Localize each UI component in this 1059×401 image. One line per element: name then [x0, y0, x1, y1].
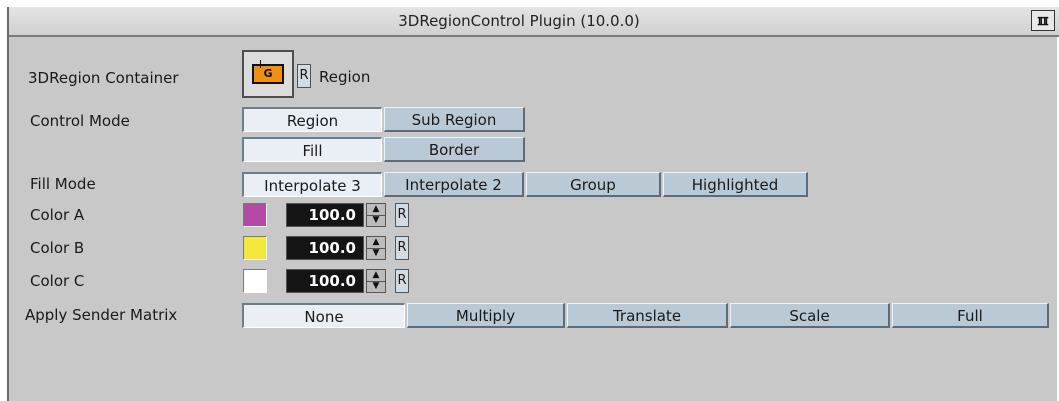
control-mode-sub-region-button[interactable]: Sub Region: [384, 107, 525, 132]
spin-down-icon[interactable]: ▼: [367, 215, 385, 226]
plugin-panel: 3DRegionControl Plugin (10.0.0) ℼ 3DRegi…: [7, 7, 1059, 401]
spin-down-icon[interactable]: ▼: [367, 248, 385, 259]
color-b-spinner[interactable]: ▲ ▼: [366, 236, 386, 260]
fill-mode-label: Fill Mode: [30, 175, 96, 193]
sender-matrix-label: Apply Sender Matrix: [25, 306, 178, 324]
color-c-label: Color C: [30, 272, 85, 290]
container-drop-target[interactable]: G: [242, 50, 294, 98]
color-c-alpha-input[interactable]: 100.0: [286, 269, 364, 293]
sender-matrix-scale-button[interactable]: Scale: [730, 303, 890, 328]
container-reset-button[interactable]: R: [297, 64, 311, 88]
sender-matrix-none-button[interactable]: None: [242, 303, 405, 328]
fill-mode-group-button[interactable]: Group: [526, 172, 661, 197]
spin-down-icon[interactable]: ▼: [367, 281, 385, 292]
color-c-spinner[interactable]: ▲ ▼: [366, 269, 386, 293]
window-title: 3DRegionControl Plugin (10.0.0): [398, 12, 640, 30]
color-a-spinner[interactable]: ▲ ▼: [366, 203, 386, 227]
container-label: 3DRegion Container: [28, 69, 179, 87]
title-bar: 3DRegionControl Plugin (10.0.0) ℼ: [9, 7, 1059, 37]
color-a-reset-button[interactable]: R: [395, 203, 409, 227]
container-thumbnail-icon: G: [252, 60, 284, 84]
container-value: Region: [319, 68, 371, 86]
sender-matrix-full-button[interactable]: Full: [892, 303, 1049, 328]
color-b-label: Color B: [30, 239, 85, 257]
control-mode-border-button[interactable]: Border: [384, 137, 525, 162]
color-c-swatch[interactable]: [243, 269, 267, 293]
sender-matrix-multiply-button[interactable]: Multiply: [407, 303, 565, 328]
color-b-swatch[interactable]: [243, 236, 267, 260]
viz-logo-icon[interactable]: ℼ: [1031, 10, 1055, 31]
fill-mode-highlighted-button[interactable]: Highlighted: [663, 172, 808, 197]
color-a-label: Color A: [30, 206, 85, 224]
control-mode-fill-button[interactable]: Fill: [242, 137, 382, 162]
color-b-reset-button[interactable]: R: [395, 236, 409, 260]
color-a-alpha-input[interactable]: 100.0: [286, 203, 364, 227]
color-b-alpha-input[interactable]: 100.0: [286, 236, 364, 260]
control-mode-region-button[interactable]: Region: [242, 107, 382, 132]
color-a-swatch[interactable]: [243, 203, 267, 227]
sender-matrix-translate-button[interactable]: Translate: [567, 303, 728, 328]
fill-mode-interpolate-3-button[interactable]: Interpolate 3: [242, 172, 382, 197]
color-c-reset-button[interactable]: R: [395, 269, 409, 293]
control-mode-label: Control Mode: [30, 112, 130, 130]
fill-mode-interpolate-2-button[interactable]: Interpolate 2: [384, 172, 524, 197]
